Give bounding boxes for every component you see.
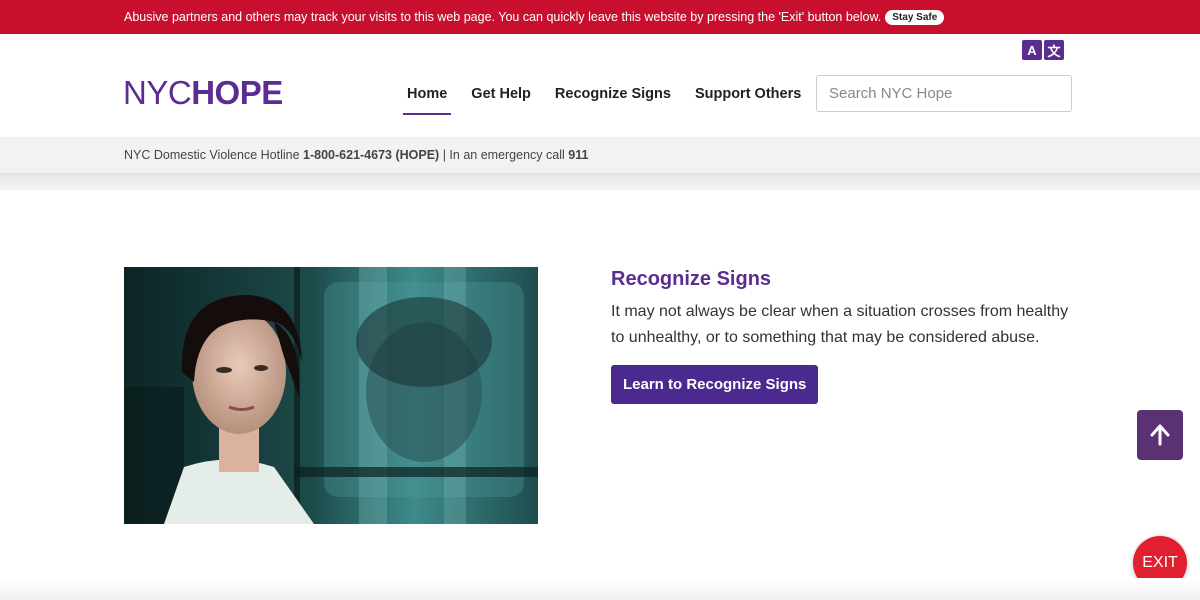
logo-part-nyc: NYC	[123, 74, 192, 111]
search-input[interactable]	[816, 75, 1072, 112]
back-to-top-button[interactable]	[1137, 410, 1183, 460]
feature-image	[124, 267, 538, 524]
safety-alert-bar: Abusive partners and others may track yo…	[0, 0, 1200, 34]
main-nav: Home Get Help Recognize Signs Support Ot…	[395, 86, 813, 115]
nav-item-support-others[interactable]: Support Others	[683, 86, 813, 102]
hotline-bar: NYC Domestic Violence Hotline 1-800-621-…	[0, 137, 1200, 174]
feature-body: It may not always be clear when a situat…	[611, 303, 1069, 346]
logo-part-hope: HOPE	[191, 74, 283, 111]
stay-safe-button[interactable]: Stay Safe	[885, 9, 945, 25]
nav-item-get-help[interactable]: Get Help	[459, 86, 543, 102]
translate-button[interactable]: A 文	[1022, 40, 1064, 60]
site-logo[interactable]: NYCHOPE	[123, 74, 283, 112]
woman-on-train-illustration	[124, 267, 538, 524]
feature-title: Recognize Signs	[611, 268, 772, 290]
learn-recognize-signs-button[interactable]: Learn to Recognize Signs	[611, 365, 819, 404]
nav-item-home[interactable]: Home	[395, 86, 459, 115]
header-shadow-divider	[0, 174, 1200, 190]
arrow-up-icon	[1150, 424, 1170, 446]
footer-shadow	[0, 578, 1200, 600]
emergency-number[interactable]: 911	[568, 148, 588, 162]
translate-glyph: 文	[1044, 40, 1064, 60]
emergency-prefix: | In an emergency call	[442, 148, 565, 162]
feature-content: Recognize Signs It may not always be cle…	[611, 268, 1081, 404]
safety-alert-message: Abusive partners and others may track yo…	[124, 10, 882, 24]
hotline-number[interactable]: 1-800-621-4673 (HOPE)	[303, 148, 439, 162]
translate-icon: A	[1022, 40, 1042, 60]
hotline-prefix: NYC Domestic Violence Hotline	[124, 148, 300, 162]
nav-item-recognize-signs[interactable]: Recognize Signs	[543, 86, 683, 102]
